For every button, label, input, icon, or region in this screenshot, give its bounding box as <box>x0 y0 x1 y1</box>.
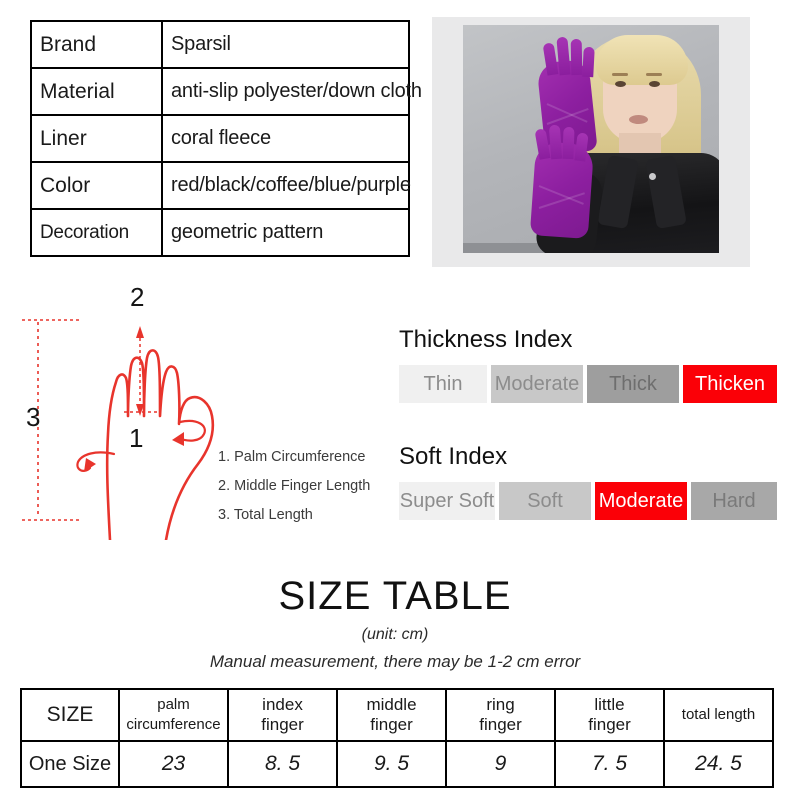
thickness-chip-moderate[interactable]: Moderate <box>491 365 583 403</box>
model-eyebrow <box>612 73 628 76</box>
size-cell-total-length: 24. 5 <box>663 740 774 788</box>
size-header-index-finger: index finger <box>227 688 338 742</box>
spec-label-decoration: Decoration <box>30 208 163 257</box>
header-line-2: finger <box>588 715 631 734</box>
size-cell-little-finger: 7. 5 <box>554 740 665 788</box>
header-line-2: finger <box>261 715 304 734</box>
size-header-little-finger: little finger <box>554 688 665 742</box>
header-label: total length <box>681 706 756 723</box>
size-header-middle-finger: middle finger <box>336 688 447 742</box>
size-cell-palm-circumference: 23 <box>118 740 229 788</box>
size-header-total-length: total length <box>663 688 774 742</box>
glove-finger <box>570 38 583 76</box>
spec-value-brand: Sparsil <box>161 20 410 69</box>
soft-chip-soft[interactable]: Soft <box>499 482 591 520</box>
header-line-1: middle <box>366 695 417 714</box>
thickness-chip-row: Thin Moderate Thick Thicken <box>399 365 777 403</box>
thickness-chip-thin[interactable]: Thin <box>399 365 487 403</box>
table-row: Brand Sparsil <box>30 20 410 69</box>
soft-chip-hard[interactable]: Hard <box>691 482 777 520</box>
header-line-1: index <box>262 695 303 714</box>
arrow-head-icon <box>172 432 184 446</box>
diagram-marker-2: 2 <box>130 282 145 312</box>
jacket-stud <box>649 173 656 180</box>
size-table-error-note: Manual measurement, there may be 1-2 cm … <box>209 652 581 671</box>
size-cell-middle-finger: 9. 5 <box>336 740 447 788</box>
size-header-palm-circumference: palm circumference <box>118 688 229 742</box>
soft-index-section: Soft Index Super Soft Soft Moderate Hard <box>399 443 777 520</box>
spec-label-color: Color <box>30 161 163 210</box>
diagram-marker-1: 1 <box>129 423 144 453</box>
spec-label-material: Material <box>30 67 163 116</box>
table-row: Decoration geometric pattern <box>30 208 410 257</box>
header-line-1: ring <box>486 695 515 714</box>
glove-finger <box>562 126 575 160</box>
table-row: One Size 23 8. 5 9. 5 9 7. 5 24. 5 <box>20 740 774 788</box>
soft-index-title: Soft Index <box>399 443 508 470</box>
product-photo <box>432 17 750 267</box>
arrow-head-icon <box>84 458 96 472</box>
model-lips <box>629 115 648 124</box>
size-table-heading: SIZE TABLE <box>278 574 512 618</box>
table-header-row: SIZE palm circumference index finger mid… <box>20 688 774 742</box>
arrow-up-icon <box>136 326 144 338</box>
spec-value-material: anti-slip polyester/down cloth <box>161 67 422 116</box>
thickness-index-section: Thickness Index Thin Moderate Thick Thic… <box>399 326 777 403</box>
product-photo-image <box>463 25 719 253</box>
header-line-2: finger <box>370 715 413 734</box>
legend-item-total-length: 3. Total Length <box>218 507 313 523</box>
spec-label-brand: Brand <box>30 20 163 69</box>
specification-table: Brand Sparsil Material anti-slip polyest… <box>30 20 422 257</box>
soft-chip-row: Super Soft Soft Moderate Hard <box>399 482 777 520</box>
header-line-1: palm <box>157 696 190 713</box>
size-cell-index-finger: 8. 5 <box>227 740 338 788</box>
header-line-2: circumference <box>126 716 221 733</box>
soft-chip-super-soft[interactable]: Super Soft <box>399 482 495 520</box>
size-header-size: SIZE <box>20 688 120 742</box>
size-cell-ring-finger: 9 <box>445 740 556 788</box>
size-table-unit-note: (unit: cm) <box>361 626 429 643</box>
thickness-chip-thick[interactable]: Thick <box>587 365 679 403</box>
soft-chip-moderate-selected[interactable]: Moderate <box>595 482 687 520</box>
model-eyebrow <box>646 73 662 76</box>
model-eye <box>649 81 660 87</box>
header-line-2: finger <box>479 715 522 734</box>
header-line-1: little <box>594 695 625 714</box>
spec-value-decoration: geometric pattern <box>161 208 410 257</box>
diagram-marker-3: 3 <box>26 402 41 432</box>
spec-label-liner: Liner <box>30 114 163 163</box>
spec-value-liner: coral fleece <box>161 114 410 163</box>
measurement-legend: 1. Palm Circumference 2. Middle Finger L… <box>218 443 370 530</box>
glove-finger <box>548 124 563 160</box>
model-eye <box>615 81 626 87</box>
table-row: Material anti-slip polyester/down cloth <box>30 67 422 116</box>
model-hair-front <box>596 35 688 85</box>
glove-finger <box>582 46 595 78</box>
table-row: Liner coral fleece <box>30 114 410 163</box>
size-table: SIZE palm circumference index finger mid… <box>20 688 774 788</box>
size-cell-size: One Size <box>20 740 120 788</box>
legend-item-palm: 1. Palm Circumference <box>218 449 366 465</box>
header-label: SIZE <box>46 703 94 726</box>
size-header-ring-finger: ring finger <box>445 688 556 742</box>
spec-value-color: red/black/coffee/blue/purple <box>161 161 411 210</box>
table-row: Color red/black/coffee/blue/purple <box>30 161 411 210</box>
thickness-index-title: Thickness Index <box>399 326 573 353</box>
legend-item-middle-finger: 2. Middle Finger Length <box>218 478 371 494</box>
hand-outline-path <box>105 349 215 540</box>
thickness-chip-thicken-selected[interactable]: Thicken <box>683 365 777 403</box>
